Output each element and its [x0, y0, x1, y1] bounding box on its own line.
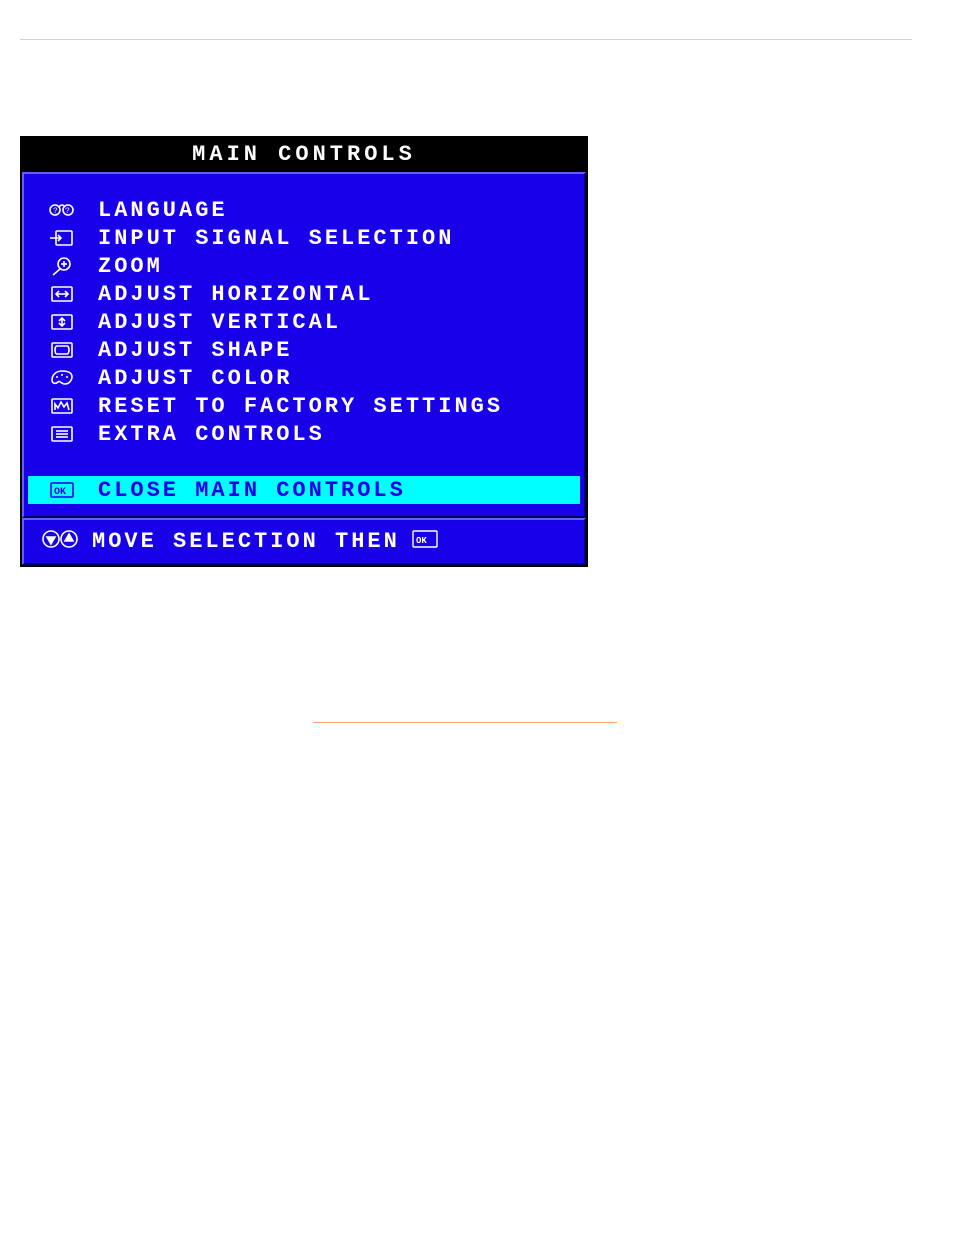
nav-arrows-icon: [40, 528, 80, 555]
adjust-horizontal-icon: [40, 283, 84, 305]
menu-item-label: EXTRA CONTROLS: [98, 422, 325, 447]
menu-item-adjust-vertical[interactable]: ADJUST VERTICAL: [40, 308, 568, 336]
ok-icon: OK: [40, 479, 84, 501]
horizontal-divider: [20, 39, 912, 40]
factory-reset-icon: [40, 395, 84, 417]
osd-title: MAIN CONTROLS: [22, 138, 586, 172]
osd-main-controls-panel: MAIN CONTROLS ?? LANGUAGE INPUT SIGNAL S…: [20, 136, 588, 567]
zoom-icon: [40, 255, 84, 277]
ok-icon: OK: [412, 530, 438, 553]
menu-item-label: ADJUST HORIZONTAL: [98, 282, 373, 307]
menu-item-adjust-horizontal[interactable]: ADJUST HORIZONTAL: [40, 280, 568, 308]
menu-item-label: ADJUST VERTICAL: [98, 310, 341, 335]
menu-item-adjust-color[interactable]: ADJUST COLOR: [40, 364, 568, 392]
menu-item-factory-reset[interactable]: RESET TO FACTORY SETTINGS: [40, 392, 568, 420]
osd-body: ?? LANGUAGE INPUT SIGNAL SELECTION ZOOM …: [22, 172, 586, 518]
svg-text:OK: OK: [54, 487, 66, 498]
menu-item-extra-controls[interactable]: EXTRA CONTROLS: [40, 420, 568, 448]
menu-item-label: ADJUST SHAPE: [98, 338, 292, 363]
adjust-shape-icon: [40, 339, 84, 361]
menu-item-close-main-controls[interactable]: OK CLOSE MAIN CONTROLS: [28, 476, 580, 504]
input-signal-icon: [40, 227, 84, 249]
adjust-vertical-icon: [40, 311, 84, 333]
menu-item-label: LANGUAGE: [98, 198, 228, 223]
language-icon: ??: [40, 199, 84, 221]
horizontal-divider: [313, 722, 617, 723]
extra-controls-icon: [40, 423, 84, 445]
menu-item-label: CLOSE MAIN CONTROLS: [98, 478, 406, 503]
menu-item-zoom[interactable]: ZOOM: [40, 252, 568, 280]
menu-item-language[interactable]: ?? LANGUAGE: [40, 196, 568, 224]
menu-item-label: RESET TO FACTORY SETTINGS: [98, 394, 503, 419]
menu-item-adjust-shape[interactable]: ADJUST SHAPE: [40, 336, 568, 364]
menu-item-input-signal[interactable]: INPUT SIGNAL SELECTION: [40, 224, 568, 252]
osd-footer: MOVE SELECTION THEN OK: [22, 518, 586, 565]
menu-item-label: ADJUST COLOR: [98, 366, 292, 391]
footer-hint-text: MOVE SELECTION THEN: [92, 529, 400, 554]
svg-text:?: ?: [65, 207, 70, 216]
menu-item-label: ZOOM: [98, 254, 163, 279]
svg-text:OK: OK: [416, 536, 427, 546]
menu-item-label: INPUT SIGNAL SELECTION: [98, 226, 454, 251]
adjust-color-icon: [40, 367, 84, 389]
svg-text:?: ?: [53, 207, 58, 216]
